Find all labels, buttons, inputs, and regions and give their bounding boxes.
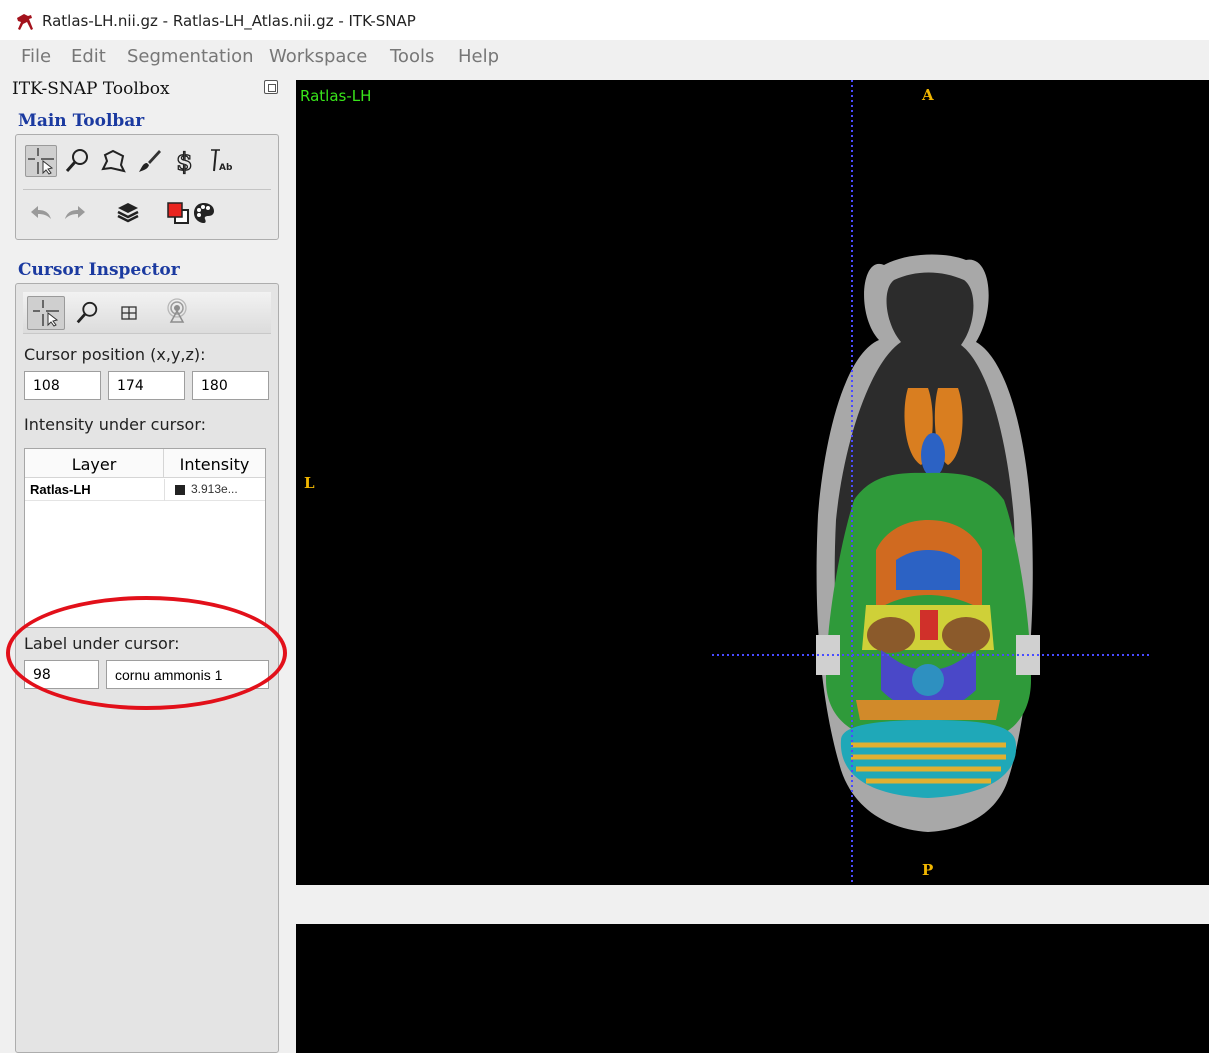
menu-help[interactable]: Help [458, 46, 499, 67]
palette-icon [194, 203, 214, 223]
crosshair-cursor-icon [28, 148, 54, 175]
grid-icon [121, 306, 137, 320]
cursor-x-field[interactable]: 108 [24, 371, 101, 400]
inspector-tab-bar [23, 292, 271, 334]
annotation-icon: Ab [211, 149, 233, 173]
menu-workspace[interactable]: Workspace [269, 46, 367, 67]
column-divider [164, 479, 165, 501]
snake-tool-button[interactable]: $ [169, 145, 201, 177]
zoom-icon [76, 301, 98, 324]
menu-tools[interactable]: Tools [390, 46, 434, 67]
menu-segmentation[interactable]: Segmentation [127, 46, 254, 67]
inspector-tab-zoom[interactable] [71, 297, 103, 329]
svg-text:$: $ [176, 147, 193, 175]
layer-cell: Ratlas-LH [30, 482, 91, 497]
inspector-tab-sync[interactable] [161, 295, 193, 327]
zoom-icon [65, 149, 88, 172]
redo-button[interactable] [59, 197, 91, 229]
paintbrush-tool-button[interactable] [133, 145, 165, 177]
secondary-slice-view[interactable] [296, 924, 1209, 1053]
undo-icon [31, 206, 51, 219]
toolbox-title: ITK-SNAP Toolbox [12, 79, 170, 99]
brain-segmentation-image [712, 80, 1152, 885]
intensity-cell: 3.913e... [191, 482, 238, 496]
title-bar: Ratlas-LH.nii.gz - Ratlas-LH_Atlas.nii.g… [0, 0, 1209, 40]
main-toolbar-title: Main Toolbar [18, 111, 145, 131]
undock-button[interactable] [264, 80, 278, 94]
zoom-tool-button[interactable] [61, 145, 93, 177]
polygon-tool-button[interactable] [97, 145, 129, 177]
column-header-intensity[interactable]: Intensity [164, 449, 265, 478]
annotation-tool-button[interactable]: Ab [205, 145, 237, 177]
svg-text:Ab: Ab [219, 163, 233, 173]
intensity-label: Intensity under cursor: [24, 415, 206, 434]
crosshair-tool-button[interactable] [25, 145, 57, 177]
layer-inspector-button[interactable] [112, 197, 144, 229]
toolbar-separator [23, 189, 271, 190]
undo-button[interactable] [25, 197, 57, 229]
menu-file[interactable]: File [21, 46, 51, 67]
itk-snap-logo-icon [17, 14, 33, 30]
cursor-z-field[interactable]: 180 [192, 371, 269, 400]
window-title: Ratlas-LH.nii.gz - Ratlas-LH_Atlas.nii.g… [42, 12, 416, 30]
cursor-position-label: Cursor position (x,y,z): [24, 345, 206, 364]
intensity-color-swatch [175, 485, 185, 495]
paintbrush-icon [139, 150, 161, 172]
main-toolbar-panel: $ Ab [15, 134, 279, 240]
cursor-y-field[interactable]: 174 [108, 371, 185, 400]
sync-icon [167, 298, 187, 323]
menu-edit[interactable]: Edit [71, 46, 106, 67]
column-header-layer[interactable]: Layer [25, 449, 164, 478]
cursor-inspector-title: Cursor Inspector [18, 260, 180, 280]
menu-bar: File Edit Segmentation Workspace Tools H… [0, 42, 1209, 72]
redo-icon [65, 206, 85, 219]
layers-icon [117, 203, 139, 223]
polygon-icon [101, 149, 126, 173]
inspector-tab-cursor[interactable] [27, 296, 65, 330]
annotation-ellipse [6, 596, 287, 710]
color-map-button[interactable] [188, 197, 220, 229]
crosshair-cursor-icon [33, 300, 59, 327]
table-row[interactable]: Ratlas-LH 3.913e... [25, 479, 265, 501]
axial-slice-view[interactable]: Ratlas-LH A P L [296, 80, 1209, 885]
snake-icon: $ [175, 147, 193, 175]
inspector-tab-layout[interactable] [113, 297, 145, 329]
